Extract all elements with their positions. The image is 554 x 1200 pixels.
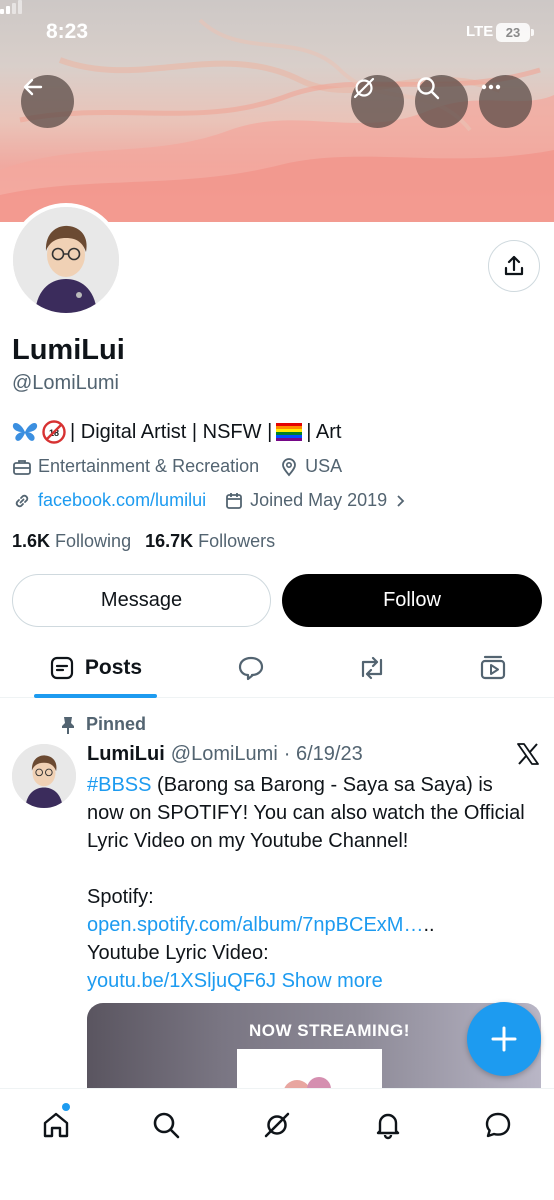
- spotify-label: Spotify:: [87, 886, 154, 908]
- spotify-tail: ..: [423, 914, 435, 936]
- location-item: USA: [279, 456, 342, 477]
- share-icon: [504, 255, 524, 276]
- status-bar: 8:23 LTE 23: [0, 0, 554, 66]
- bio-text-end: | Art: [306, 420, 342, 443]
- website-link[interactable]: facebook.com/lumilui: [38, 490, 206, 511]
- category-text: Entertainment & Recreation: [38, 456, 260, 476]
- youtube-label: Youtube Lyric Video:: [87, 942, 269, 964]
- profile-meta: Entertainment & Recreation USA: [12, 456, 362, 477]
- message-button[interactable]: Message: [12, 574, 271, 627]
- location-text: USA: [305, 456, 343, 476]
- youtube-link[interactable]: youtu.be/1XSljuQF6J: [87, 970, 276, 992]
- following-count-link[interactable]: 1.6K Following: [12, 531, 131, 552]
- bottom-navigation: [0, 1088, 554, 1200]
- pinned-text: Pinned: [86, 714, 147, 734]
- joined-text: Joined May 2019: [250, 490, 388, 510]
- bell-icon: [376, 1113, 400, 1140]
- battery-icon: 23: [496, 23, 534, 42]
- repost-icon: [361, 656, 383, 680]
- network-type: LTE: [466, 23, 494, 40]
- pin-icon: [62, 716, 74, 734]
- post-header: LumiLui @LomiLumi · 6/19/23: [87, 743, 363, 766]
- profile-avatar[interactable]: [9, 203, 123, 317]
- briefcase-icon: [13, 459, 31, 475]
- grok-icon: [264, 1112, 290, 1138]
- nav-home[interactable]: [36, 1105, 76, 1145]
- follow-button[interactable]: Follow: [282, 574, 542, 627]
- chat-bubble-icon: [485, 1112, 511, 1138]
- profile-tabs: Posts: [0, 640, 554, 698]
- following-count: 1.6K: [12, 531, 51, 551]
- home-icon: [43, 1112, 69, 1138]
- back-button[interactable]: [21, 75, 74, 128]
- tab-posts[interactable]: Posts: [34, 640, 157, 698]
- profile-bio: 18 | Digital Artist | NSFW | | Art: [12, 420, 342, 444]
- more-icon: [481, 84, 501, 90]
- post-author-avatar[interactable]: [12, 744, 76, 808]
- status-time: 8:23: [46, 20, 89, 43]
- search-icon: [153, 1112, 180, 1139]
- grok-icon: [353, 77, 375, 99]
- signal-icon: [0, 0, 22, 14]
- video-icon: [480, 655, 506, 680]
- post-hashtag[interactable]: #BBSS: [87, 774, 151, 796]
- joined-item[interactable]: Joined May 2019: [224, 490, 407, 511]
- no-under-18-icon: 18: [42, 420, 66, 444]
- posts-icon: [50, 656, 74, 680]
- nav-grok[interactable]: [257, 1105, 297, 1145]
- location-pin-icon: [282, 457, 297, 476]
- tab-media[interactable]: [473, 640, 513, 696]
- post-author-handle[interactable]: @LomiLumi: [171, 743, 278, 766]
- post-text-main: (Barong sa Barong - Saya sa Saya) is now…: [87, 774, 525, 852]
- profile-handle: @LomiLumi: [12, 372, 120, 394]
- bio-text: | Digital Artist | NSFW |: [70, 420, 273, 443]
- followers-count-link[interactable]: 16.7K Followers: [145, 531, 275, 552]
- followers-count: 16.7K: [145, 531, 194, 551]
- plus-icon: [491, 1026, 517, 1052]
- nav-messages[interactable]: [478, 1105, 518, 1145]
- home-notification-dot: [62, 1103, 70, 1111]
- back-arrow-icon: [23, 78, 43, 96]
- tab-posts-label: Posts: [84, 656, 143, 679]
- post-date: · 6/19/23: [283, 743, 363, 765]
- tab-reposts[interactable]: [352, 640, 392, 696]
- post-image-text: NOW STREAMING!: [249, 1021, 410, 1040]
- calendar-icon: [226, 492, 242, 509]
- reply-icon: [238, 656, 264, 681]
- website-item[interactable]: facebook.com/lumilui: [12, 490, 206, 511]
- search-icon: [417, 77, 440, 100]
- nav-search[interactable]: [146, 1105, 186, 1145]
- share-button[interactable]: [488, 240, 540, 292]
- follow-counts: 1.6K Following 16.7K Followers: [12, 531, 275, 552]
- following-label: Following: [55, 531, 132, 551]
- nav-notifications[interactable]: [368, 1105, 408, 1145]
- post-text: #BBSS (Barong sa Barong - Saya sa Saya) …: [87, 771, 532, 995]
- grok-button[interactable]: [351, 75, 404, 128]
- search-button[interactable]: [415, 75, 468, 128]
- butterfly-icon: [12, 423, 38, 441]
- followers-label: Followers: [198, 531, 276, 551]
- x-logo-icon: [517, 743, 539, 765]
- profile-banner[interactable]: 8:23 LTE 23: [0, 0, 554, 222]
- more-button[interactable]: [479, 75, 532, 128]
- profile-name: LumiLui: [12, 334, 125, 366]
- post-image-card: [237, 1049, 382, 1093]
- rainbow-flag-icon: [276, 423, 303, 441]
- pinned-label: Pinned: [60, 714, 146, 735]
- post-author-name[interactable]: LumiLui: [87, 743, 165, 766]
- profile-meta-2: facebook.com/lumilui Joined May 2019: [12, 490, 427, 511]
- link-icon: [15, 494, 29, 507]
- chevron-right-icon: [397, 494, 405, 507]
- show-more-link[interactable]: Show more: [282, 970, 383, 992]
- spotify-link[interactable]: open.spotify.com/album/7npBCExM…: [87, 914, 423, 936]
- category-item: Entertainment & Recreation: [12, 456, 259, 477]
- tab-replies[interactable]: [231, 640, 271, 696]
- compose-button[interactable]: [467, 1002, 541, 1076]
